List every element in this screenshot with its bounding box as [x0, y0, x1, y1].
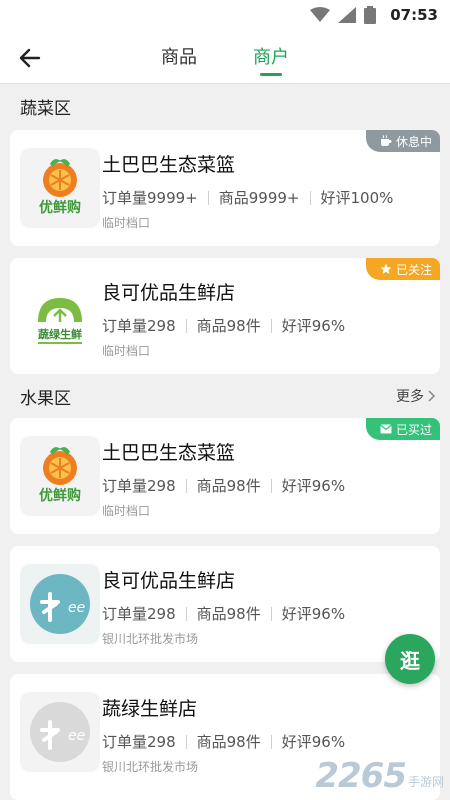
- more-link-label: 更多: [396, 389, 424, 405]
- status-icons: 07:53: [310, 6, 438, 24]
- merchant-name: 蔬绿生鲜店: [102, 698, 198, 720]
- product-count: 商品98件: [196, 477, 261, 495]
- order-count: 订单量298: [102, 477, 176, 495]
- stat-divider: [309, 190, 311, 205]
- merchant-location: 银川北环批发市场: [102, 760, 199, 774]
- product-count: 商品98件: [196, 317, 261, 335]
- svg-text:ee: ee: [68, 728, 85, 744]
- status-badge: 休息中: [365, 130, 440, 152]
- stat-divider: [270, 478, 272, 493]
- merchant-name: 土巴巴生态菜篮: [102, 442, 236, 464]
- rating: 好评96%: [281, 605, 346, 623]
- tree-logo-gray: ee: [20, 692, 100, 772]
- tab-products[interactable]: 商品: [161, 32, 197, 84]
- rating: 好评100%: [320, 189, 394, 207]
- merchant-location: 银川北环批发市场: [102, 632, 199, 646]
- section-title: 水果区: [20, 388, 71, 409]
- merchant-stats: 订单量298 商品98件 好评96%: [102, 731, 345, 752]
- youxiangou-logo: 优鲜购: [20, 148, 100, 228]
- order-count: 订单量298: [102, 605, 176, 623]
- product-count: 商品98件: [196, 605, 261, 623]
- top-nav: 商品 商户: [0, 32, 450, 84]
- section-title: 蔬菜区: [20, 98, 71, 119]
- watermark-text: 手游网: [407, 775, 444, 789]
- tab-merchants[interactable]: 商户: [253, 32, 289, 84]
- svg-text:优鲜购: 优鲜购: [39, 199, 81, 216]
- merchant-stats: 订单量298 商品98件 好评96%: [102, 475, 345, 496]
- coffee-icon: [380, 135, 392, 146]
- order-count: 订单量9999+: [102, 189, 198, 207]
- active-tab-indicator: [260, 73, 282, 76]
- merchant-name: 良可优品生鲜店: [102, 282, 236, 304]
- product-count: 商品9999+: [218, 189, 300, 207]
- merchant-stats: 订单量298 商品98件 好评96%: [102, 603, 345, 624]
- stat-divider: [207, 190, 209, 205]
- watermark: 2265 手游网: [315, 756, 444, 796]
- section-header-vegetables: 蔬菜区: [0, 84, 450, 128]
- rating: 好评96%: [281, 477, 346, 495]
- svg-text:ee: ee: [68, 600, 85, 616]
- status-bar: 07:53: [0, 0, 450, 32]
- shucaishengxian-logo: 蔬绿生鲜: [20, 276, 100, 356]
- star-icon: [380, 263, 392, 274]
- rating: 好评96%: [281, 733, 346, 751]
- stat-divider: [185, 734, 187, 749]
- merchant-stats: 订单量298 商品98件 好评96%: [102, 315, 345, 336]
- stat-divider: [185, 318, 187, 333]
- merchant-name: 土巴巴生态菜篮: [102, 154, 236, 176]
- merchant-card[interactable]: 优鲜购 土巴巴生态菜篮 订单量298 商品98件 好评96% 临时档口 已买过: [10, 418, 440, 534]
- stat-divider: [185, 606, 187, 621]
- battery-icon: [364, 6, 377, 24]
- svg-text:优鲜购: 优鲜购: [39, 487, 81, 504]
- product-count: 商品98件: [196, 733, 261, 751]
- merchant-card[interactable]: 优鲜购 土巴巴生态菜篮 订单量9999+ 商品9999+ 好评100% 临时档口…: [10, 130, 440, 246]
- merchant-location: 临时档口: [102, 344, 151, 358]
- svg-text:蔬绿生鲜: 蔬绿生鲜: [38, 327, 82, 341]
- section-header-fruits: 水果区 更多: [0, 374, 450, 418]
- chevron-right-icon: [428, 390, 436, 402]
- more-link[interactable]: 更多: [396, 386, 436, 406]
- purchased-badge-label: 已买过: [395, 422, 432, 437]
- mail-icon: [380, 424, 392, 434]
- merchant-location: 临时档口: [102, 216, 151, 230]
- tab-bar: 商品 商户: [0, 32, 450, 84]
- wifi-icon: [310, 7, 331, 22]
- followed-badge-label: 已关注: [395, 262, 432, 277]
- stat-divider: [270, 318, 272, 333]
- purchased-badge: 已买过: [365, 418, 440, 440]
- status-time: 07:53: [390, 6, 438, 24]
- stat-divider: [270, 734, 272, 749]
- youxiangou-logo: 优鲜购: [20, 436, 100, 516]
- watermark-number: 2265: [315, 756, 407, 796]
- order-count: 订单量298: [102, 733, 176, 751]
- followed-badge: 已关注: [365, 258, 440, 280]
- merchant-card[interactable]: 蔬绿生鲜 良可优品生鲜店 订单量298 商品98件 好评96% 临时档口 已关注: [10, 258, 440, 374]
- stat-divider: [185, 478, 187, 493]
- merchant-location: 临时档口: [102, 504, 151, 518]
- merchant-stats: 订单量9999+ 商品9999+ 好评100%: [102, 187, 393, 208]
- merchant-card[interactable]: ee 良可优品生鲜店 订单量298 商品98件 好评96% 银川北环批发市场: [10, 546, 440, 662]
- merchant-name: 良可优品生鲜店: [102, 570, 236, 592]
- tree-logo-blue: ee: [20, 564, 100, 644]
- tab-merchants-label: 商户: [253, 47, 289, 68]
- order-count: 订单量298: [102, 317, 176, 335]
- status-badge-label: 休息中: [395, 134, 432, 149]
- rating: 好评96%: [281, 317, 346, 335]
- stat-divider: [270, 606, 272, 621]
- browse-fab-button[interactable]: 逛: [385, 634, 435, 684]
- signal-icon: [338, 7, 357, 23]
